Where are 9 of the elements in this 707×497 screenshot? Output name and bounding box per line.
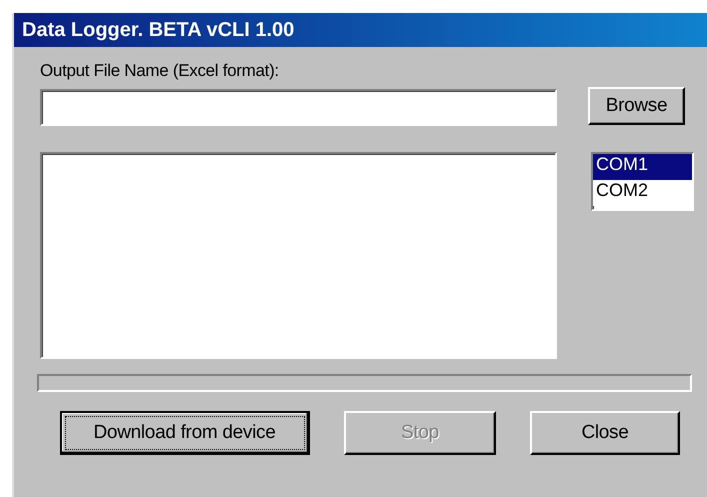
log-list[interactable] <box>40 152 557 359</box>
dialog-button[interactable]: Close <box>530 411 680 455</box>
port-list[interactable]: COM1 COM2 <box>591 152 694 211</box>
browse-button[interactable]: Browse <box>588 87 685 125</box>
window-title: Data Logger. BETA vCLI 1.00 <box>14 13 707 47</box>
output-file-label: Output File Name (Excel format): <box>40 61 280 81</box>
port-item[interactable]: COM1 <box>593 154 692 180</box>
dialog-button[interactable]: Download from device <box>60 411 310 455</box>
output-file-field[interactable] <box>40 89 557 126</box>
